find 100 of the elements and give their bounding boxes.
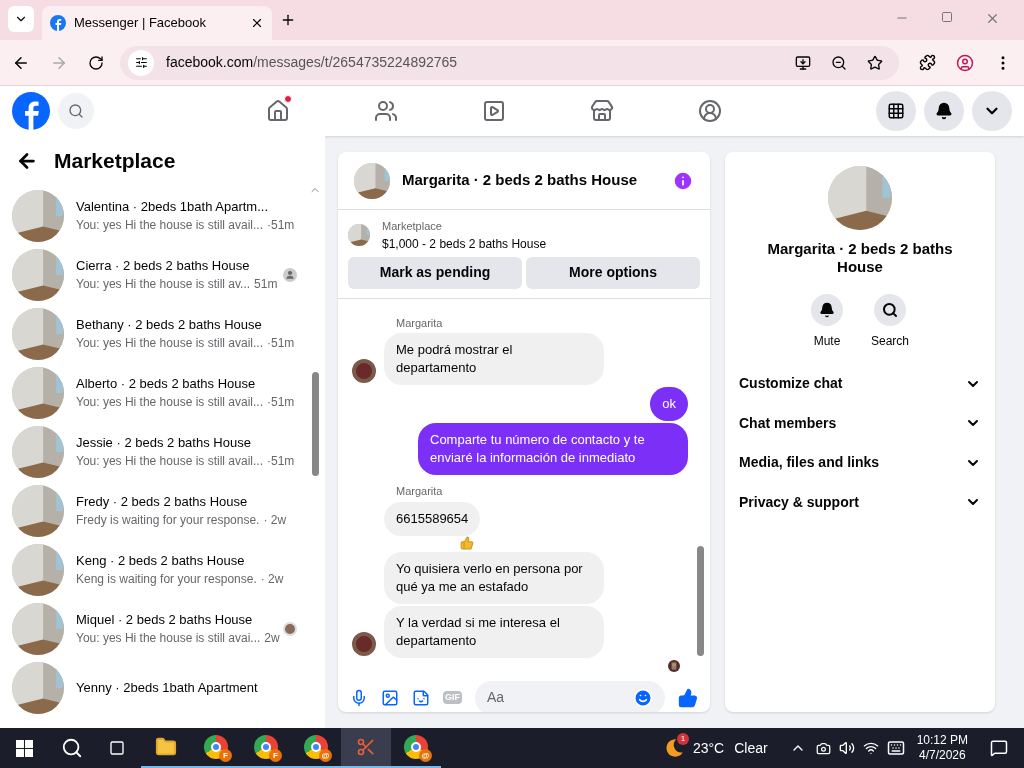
conversation-item[interactable]: Keng · 2 beds 2 baths House Keng is waiting for your response. · 2w [0,540,309,599]
message-time: ·51m [267,217,295,235]
message-preview: You: yes Hi the house is still av... [76,276,251,294]
bell-icon [819,302,835,318]
listing-price[interactable]: $1,000 - 2 beds 2 baths House [382,234,547,253]
incoming-message: Me podrá mostrar el departamento [384,333,604,385]
message-preview: You: yes Hi the house is still avail... [76,394,263,412]
search-icon [68,103,84,119]
sender-name: Margarita [395,315,444,331]
clock-time[interactable]: 10:12 PM [916,733,968,748]
conversation-item[interactable]: Fredy · 2 beds 2 baths House Fredy is waiting for your response. · 2w [0,481,309,540]
clock-date[interactable]: 4/7/2026 [918,748,966,763]
friends-icon [374,99,398,123]
conversation-item[interactable]: Cierra · 2 beds 2 baths House You: yes Hi the house is still av... 51m [0,245,309,304]
conversation-title: Bethany · 2 beds 2 baths House [76,315,263,334]
conversation-title: Jessie · 2 beds 2 baths House [76,433,252,452]
address-bar[interactable]: facebook.com/messages/t/2654735224892765 [120,45,899,80]
restore-icon[interactable] [941,11,953,23]
conversation-item[interactable]: Alberto · 2 beds 2 baths House You: yes Hi the house is still avail... ·51m [0,363,309,422]
bell-icon [935,102,953,120]
volume-icon[interactable] [838,740,855,756]
sticker-icon[interactable] [412,688,430,707]
message-time: ·51m [267,453,295,471]
conversation-item[interactable]: Jessie · 2 beds 2 baths House You: yes Hi the house is still avail... ·51m [0,422,309,481]
site-info-icon[interactable] [128,49,154,76]
section-header[interactable]: Privacy & support [739,482,981,522]
listing-action-button[interactable]: Mark as pending [348,256,522,289]
notifications-button[interactable] [924,91,964,131]
chat-title[interactable]: Margarita · 2 beds 2 baths House [402,169,660,192]
action-label: Search [871,333,909,350]
conversation-item[interactable]: Bethany · 2 beds 2 baths House You: yes Hi the house is still avail... ·51m [0,304,309,363]
temperature[interactable]: 23°C [692,737,725,759]
facebook-logo-icon[interactable] [12,92,50,130]
taskbar-app[interactable] [341,728,391,768]
zoom-icon[interactable] [831,54,847,71]
bookmark-icon[interactable] [867,54,883,71]
notifications-icon[interactable] [990,739,1008,757]
weather-condition[interactable]: Clear [734,737,768,759]
contact-name: Margarita · 2 beds 2 baths House [766,240,954,276]
sender-name: Margarita [395,484,444,499]
message-time: · 2w [263,512,287,530]
account-button[interactable] [972,91,1012,131]
microphone-icon[interactable] [350,688,368,707]
photo-icon[interactable] [381,688,399,707]
scissors-icon [356,737,376,757]
conversation-title: Alberto · 2 beds 2 baths House [76,374,257,393]
install-icon[interactable] [795,54,811,71]
emoji-icon[interactable] [633,687,653,708]
message-preview: Fredy is waiting for your response. [76,512,260,530]
outgoing-message: ok [650,387,688,421]
like-icon[interactable] [678,687,698,708]
url-text: facebook.com/messages/t/2654735224892765 [166,53,459,72]
mute-button[interactable] [811,294,843,326]
browser-tab[interactable]: Messenger | Facebook [42,6,272,40]
listing-action-button[interactable]: More options [526,256,700,289]
action-label: Mute [813,333,841,350]
conversation-title: Cierra · 2 beds 2 baths House [76,256,251,275]
message-time: 51m [254,276,278,294]
reload-icon[interactable] [88,54,104,71]
section-header[interactable]: Customize chat [739,364,981,404]
menu-button[interactable] [876,91,916,131]
network-icon[interactable] [862,740,879,756]
grid-icon [887,102,905,120]
back-icon[interactable] [16,150,38,172]
message-preview: You: yes Hi the house is still avail... [76,453,263,471]
search-icon[interactable] [61,737,83,759]
home-icon [266,99,290,123]
search-icon [882,302,898,318]
conversation-title: Yenny · 2beds 1bath Apartment [76,678,259,697]
tab-title: Messenger | Facebook [74,14,207,33]
info-icon[interactable] [672,169,694,192]
new-tab-icon[interactable] [280,12,296,28]
message-preview: You: yes Hi the house is still avail... [76,335,263,353]
conversation-item[interactable]: Yenny · 2beds 1bath Apartment [0,658,309,717]
section-header[interactable]: Media, files and links [739,443,981,483]
keyboard-icon[interactable] [886,739,905,757]
conversation-title: Fredy · 2 beds 2 baths House [76,492,249,511]
store-icon [590,99,614,123]
sidebar-title: Marketplace [54,148,176,175]
thumbs-up-reaction-icon[interactable] [460,535,475,550]
conversation-title: Keng · 2 beds 2 baths House [76,551,246,570]
conversation-title: Valentina · 2beds 1bath Apartm... [76,197,269,216]
incoming-message: Yo quisiera verlo en persona por qué ya me an estafado [384,551,604,604]
close-icon[interactable] [250,16,264,30]
message-time: 2w [264,630,280,648]
extensions-icon[interactable] [919,54,936,71]
camera-icon[interactable] [815,740,831,756]
message-preview: You: yes Hi the house is still avail... [76,217,263,235]
message-field[interactable]: Aa [475,680,665,712]
conversation-item[interactable]: Miquel · 2 beds 2 baths House You: yes Hi the house is still avai... 2w [0,599,309,658]
folder-icon [155,736,177,758]
section-header[interactable]: Chat members [739,403,981,443]
tab-list-button[interactable] [8,6,34,32]
conversation-item[interactable]: Valentina · 2beds 1bath Apartm... You: yes Hi the house is still avail... ·51m [0,186,309,245]
profile-icon[interactable] [956,53,974,72]
task-view-icon[interactable] [109,740,125,756]
conversation-title: Miquel · 2 beds 2 baths House [76,610,254,629]
outgoing-message: Comparte tu número de contacto y te enviaré la información de inmediato [418,423,688,475]
search-button[interactable] [874,294,906,326]
windows-logo-icon[interactable] [16,739,33,757]
